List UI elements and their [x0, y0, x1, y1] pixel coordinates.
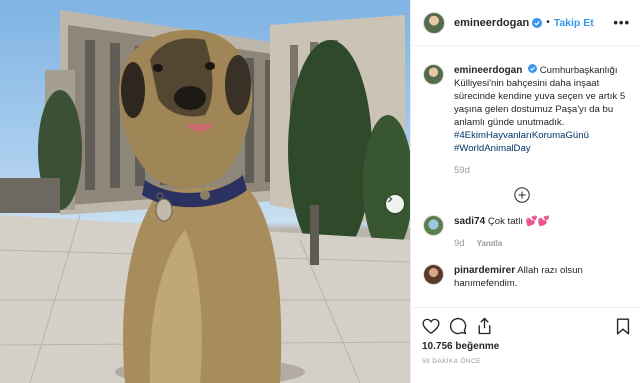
like-count[interactable]: 10.756 beğenme: [422, 341, 630, 352]
post-side-panel: emineerdogan • Takip Et ••• emineerdogan…: [410, 0, 640, 383]
comment-icon: [449, 317, 467, 335]
reply-button[interactable]: Yanıtla: [477, 237, 503, 250]
hashtag-link[interactable]: #4EkimHayvanlarıKorumaGünü: [454, 129, 630, 142]
post-timestamp: 59 DAKİKA ÖNCE: [422, 358, 481, 365]
caption-avatar[interactable]: [423, 64, 444, 85]
caption: emineerdogan Cumhurbaşkanlığı Külliyesi'…: [423, 64, 630, 177]
comment-username[interactable]: sadi74: [454, 216, 485, 227]
heart-icon: [422, 318, 440, 334]
bookmark-icon: [616, 317, 630, 335]
plus-circle-icon: [513, 187, 530, 203]
comment-button[interactable]: [449, 317, 467, 335]
chevron-right-icon: [388, 195, 393, 203]
caption-age: 59d: [454, 165, 470, 176]
comment-item: sadi74 Çok tatlı 💕💕 9d Yanıtla: [423, 215, 630, 250]
comments-area: emineerdogan Cumhurbaşkanlığı Külliyesi'…: [411, 46, 640, 290]
next-photo-button[interactable]: [386, 195, 404, 213]
comment-text: Çok tatlı 💕💕: [487, 216, 550, 227]
commenter-avatar[interactable]: [423, 264, 444, 285]
author-username[interactable]: emineerdogan: [454, 17, 529, 29]
verified-badge-icon: [528, 64, 538, 73]
like-button[interactable]: [422, 318, 440, 335]
share-button[interactable]: [476, 317, 493, 335]
post-header: emineerdogan • Takip Et •••: [411, 0, 640, 46]
follow-button[interactable]: Takip Et: [554, 17, 594, 29]
verified-badge-icon: [532, 17, 543, 28]
author-avatar[interactable]: [423, 11, 445, 34]
comment-item: pinardemirer Allah razı olsun hanımefend…: [423, 264, 630, 290]
save-button[interactable]: [616, 317, 630, 335]
hashtag-link[interactable]: #WorldAnimalDay: [454, 142, 630, 155]
post-photo: [0, 0, 410, 383]
commenter-avatar[interactable]: [423, 215, 444, 236]
comment-username[interactable]: pinardemirer: [454, 265, 515, 276]
dog-photo-illustration: [0, 10, 410, 383]
load-more-comments-button[interactable]: [413, 187, 630, 203]
share-icon: [478, 317, 491, 335]
more-options-button[interactable]: •••: [613, 15, 630, 30]
header-separator: •: [546, 17, 550, 28]
caption-username[interactable]: emineerdogan: [454, 65, 522, 76]
post-footer: 10.756 beğenme 59 DAKİKA ÖNCE: [411, 307, 640, 383]
comment-age: 9d: [454, 238, 465, 249]
action-bar: [422, 316, 630, 336]
